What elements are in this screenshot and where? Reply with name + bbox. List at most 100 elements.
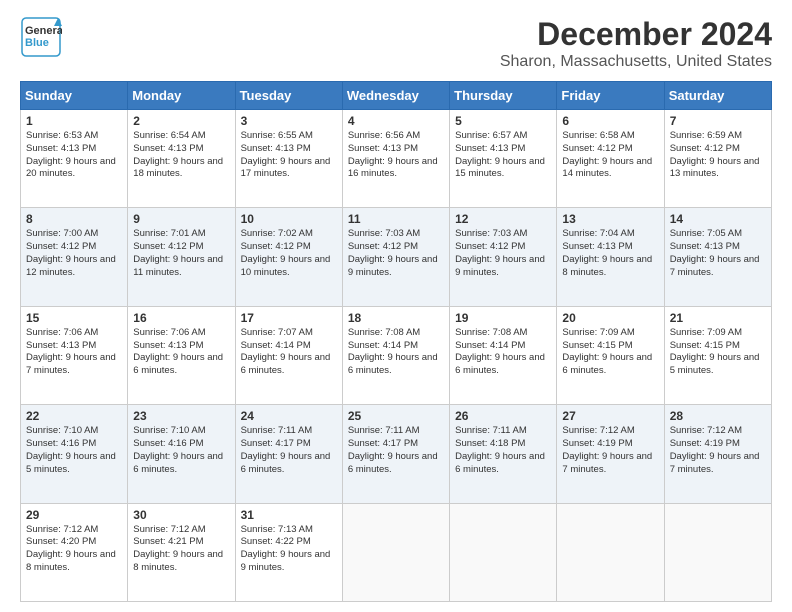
day-info: Sunrise: 7:08 AMSunset: 4:14 PMDaylight:… (348, 327, 444, 378)
calendar-week-row: 15Sunrise: 7:06 AMSunset: 4:13 PMDayligh… (21, 306, 772, 404)
day-number: 31 (241, 508, 337, 522)
calendar-cell (664, 503, 771, 601)
calendar-cell: 23 Sunrise: 7:10 AMSunset: 4:16 PMDayligh… (128, 405, 235, 503)
day-info: Sunrise: 7:03 AMSunset: 4:12 PMDaylight:… (455, 228, 551, 279)
day-info: Sunrise: 7:12 AMSunset: 4:20 PMDaylight:… (26, 524, 122, 575)
calendar-cell: 21Sunrise: 7:09 AMSunset: 4:15 PMDayligh… (664, 306, 771, 404)
calendar-cell: 5 Sunrise: 6:57 AMSunset: 4:13 PMDaylight… (450, 110, 557, 208)
day-number: 4 (348, 114, 444, 128)
day-number: 7 (670, 114, 766, 128)
calendar-cell: 6Sunrise: 6:58 AMSunset: 4:12 PMDaylight… (557, 110, 664, 208)
day-info: Sunrise: 6:55 AMSunset: 4:13 PMDaylight:… (241, 130, 337, 181)
day-number: 29 (26, 508, 122, 522)
day-info: Sunrise: 7:11 AMSunset: 4:18 PMDaylight:… (455, 425, 551, 476)
calendar-cell: 15Sunrise: 7:06 AMSunset: 4:13 PMDayligh… (21, 306, 128, 404)
day-number: 24 (241, 409, 337, 423)
day-number: 25 (348, 409, 444, 423)
day-info: Sunrise: 6:53 AMSunset: 4:13 PMDaylight:… (26, 130, 122, 181)
calendar-cell: 18Sunrise: 7:08 AMSunset: 4:14 PMDayligh… (342, 306, 449, 404)
day-number: 14 (670, 212, 766, 226)
day-info: Sunrise: 7:09 AMSunset: 4:15 PMDaylight:… (562, 327, 658, 378)
day-number: 23 (133, 409, 229, 423)
day-info: Sunrise: 7:06 AMSunset: 4:13 PMDaylight:… (26, 327, 122, 378)
page: General Blue December 2024 Sharon, Massa… (0, 0, 792, 612)
day-info: Sunrise: 6:54 AMSunset: 4:13 PMDaylight:… (133, 130, 229, 181)
calendar-cell: 29 Sunrise: 7:12 AMSunset: 4:20 PMDayligh… (21, 503, 128, 601)
day-info: Sunrise: 6:57 AMSunset: 4:13 PMDaylight:… (455, 130, 551, 181)
day-number: 22 (26, 409, 122, 423)
calendar-cell: 22 Sunrise: 7:10 AMSunset: 4:16 PMDayligh… (21, 405, 128, 503)
calendar-cell (342, 503, 449, 601)
day-number: 2 (133, 114, 229, 128)
header: General Blue December 2024 Sharon, Massa… (20, 16, 772, 71)
calendar-cell: 25 Sunrise: 7:11 AMSunset: 4:17 PMDayligh… (342, 405, 449, 503)
day-info: Sunrise: 7:12 AMSunset: 4:19 PMDaylight:… (562, 425, 658, 476)
calendar-cell: 19 Sunrise: 7:08 AMSunset: 4:14 PMDayligh… (450, 306, 557, 404)
calendar-cell: 7 Sunrise: 6:59 AMSunset: 4:12 PMDaylight… (664, 110, 771, 208)
calendar-week-row: 29 Sunrise: 7:12 AMSunset: 4:20 PMDayligh… (21, 503, 772, 601)
location-title: Sharon, Massachusetts, United States (500, 53, 772, 71)
day-info: Sunrise: 7:10 AMSunset: 4:16 PMDaylight:… (26, 425, 122, 476)
calendar-cell: 3Sunrise: 6:55 AMSunset: 4:13 PMDaylight… (235, 110, 342, 208)
day-number: 21 (670, 311, 766, 325)
svg-text:Blue: Blue (25, 37, 49, 49)
calendar-cell: 13Sunrise: 7:04 AMSunset: 4:13 PMDayligh… (557, 208, 664, 306)
calendar-week-row: 1 Sunrise: 6:53 AMSunset: 4:13 PMDaylight… (21, 110, 772, 208)
month-title: December 2024 (500, 16, 772, 53)
day-info: Sunrise: 7:02 AMSunset: 4:12 PMDaylight:… (241, 228, 337, 279)
calendar-cell: 1 Sunrise: 6:53 AMSunset: 4:13 PMDaylight… (21, 110, 128, 208)
calendar-cell: 20 Sunrise: 7:09 AMSunset: 4:15 PMDayligh… (557, 306, 664, 404)
calendar-cell: 17 Sunrise: 7:07 AMSunset: 4:14 PMDayligh… (235, 306, 342, 404)
day-number: 19 (455, 311, 551, 325)
day-number: 5 (455, 114, 551, 128)
calendar-cell: 11 Sunrise: 7:03 AMSunset: 4:12 PMDayligh… (342, 208, 449, 306)
day-number: 26 (455, 409, 551, 423)
day-number: 9 (133, 212, 229, 226)
day-info: Sunrise: 6:58 AMSunset: 4:12 PMDaylight:… (562, 130, 658, 181)
calendar-week-row: 8Sunrise: 7:00 AMSunset: 4:12 PMDaylight… (21, 208, 772, 306)
day-number: 1 (26, 114, 122, 128)
svg-text:General: General (25, 25, 62, 37)
day-header-saturday: Saturday (664, 82, 771, 110)
calendar-header-row: SundayMondayTuesdayWednesdayThursdayFrid… (21, 82, 772, 110)
calendar-cell: 4 Sunrise: 6:56 AMSunset: 4:13 PMDaylight… (342, 110, 449, 208)
day-number: 28 (670, 409, 766, 423)
calendar-cell: 14Sunrise: 7:05 AMSunset: 4:13 PMDayligh… (664, 208, 771, 306)
day-number: 17 (241, 311, 337, 325)
day-number: 10 (241, 212, 337, 226)
logo-icon: General Blue (20, 16, 62, 58)
day-number: 16 (133, 311, 229, 325)
calendar-cell: 30Sunrise: 7:12 AMSunset: 4:21 PMDayligh… (128, 503, 235, 601)
day-info: Sunrise: 7:07 AMSunset: 4:14 PMDaylight:… (241, 327, 337, 378)
calendar-cell: 24Sunrise: 7:11 AMSunset: 4:17 PMDayligh… (235, 405, 342, 503)
calendar-table: SundayMondayTuesdayWednesdayThursdayFrid… (20, 81, 772, 602)
day-info: Sunrise: 7:13 AMSunset: 4:22 PMDaylight:… (241, 524, 337, 575)
day-info: Sunrise: 7:03 AMSunset: 4:12 PMDaylight:… (348, 228, 444, 279)
calendar-week-row: 22 Sunrise: 7:10 AMSunset: 4:16 PMDayligh… (21, 405, 772, 503)
day-header-thursday: Thursday (450, 82, 557, 110)
day-header-wednesday: Wednesday (342, 82, 449, 110)
day-header-monday: Monday (128, 82, 235, 110)
calendar-cell: 31 Sunrise: 7:13 AMSunset: 4:22 PMDayligh… (235, 503, 342, 601)
day-number: 12 (455, 212, 551, 226)
calendar-cell: 10 Sunrise: 7:02 AMSunset: 4:12 PMDayligh… (235, 208, 342, 306)
calendar-cell: 16Sunrise: 7:06 AMSunset: 4:13 PMDayligh… (128, 306, 235, 404)
day-number: 13 (562, 212, 658, 226)
day-info: Sunrise: 6:56 AMSunset: 4:13 PMDaylight:… (348, 130, 444, 181)
calendar-cell: 26 Sunrise: 7:11 AMSunset: 4:18 PMDayligh… (450, 405, 557, 503)
title-block: December 2024 Sharon, Massachusetts, Uni… (500, 16, 772, 71)
calendar-cell: 12 Sunrise: 7:03 AMSunset: 4:12 PMDayligh… (450, 208, 557, 306)
calendar-cell: 8Sunrise: 7:00 AMSunset: 4:12 PMDaylight… (21, 208, 128, 306)
day-info: Sunrise: 7:10 AMSunset: 4:16 PMDaylight:… (133, 425, 229, 476)
day-info: Sunrise: 6:59 AMSunset: 4:12 PMDaylight:… (670, 130, 766, 181)
day-number: 11 (348, 212, 444, 226)
logo: General Blue (20, 16, 62, 58)
day-info: Sunrise: 7:12 AMSunset: 4:19 PMDaylight:… (670, 425, 766, 476)
day-info: Sunrise: 7:01 AMSunset: 4:12 PMDaylight:… (133, 228, 229, 279)
day-header-tuesday: Tuesday (235, 82, 342, 110)
calendar-cell: 2 Sunrise: 6:54 AMSunset: 4:13 PMDaylight… (128, 110, 235, 208)
day-info: Sunrise: 7:08 AMSunset: 4:14 PMDaylight:… (455, 327, 551, 378)
day-number: 20 (562, 311, 658, 325)
day-info: Sunrise: 7:11 AMSunset: 4:17 PMDaylight:… (348, 425, 444, 476)
day-number: 8 (26, 212, 122, 226)
